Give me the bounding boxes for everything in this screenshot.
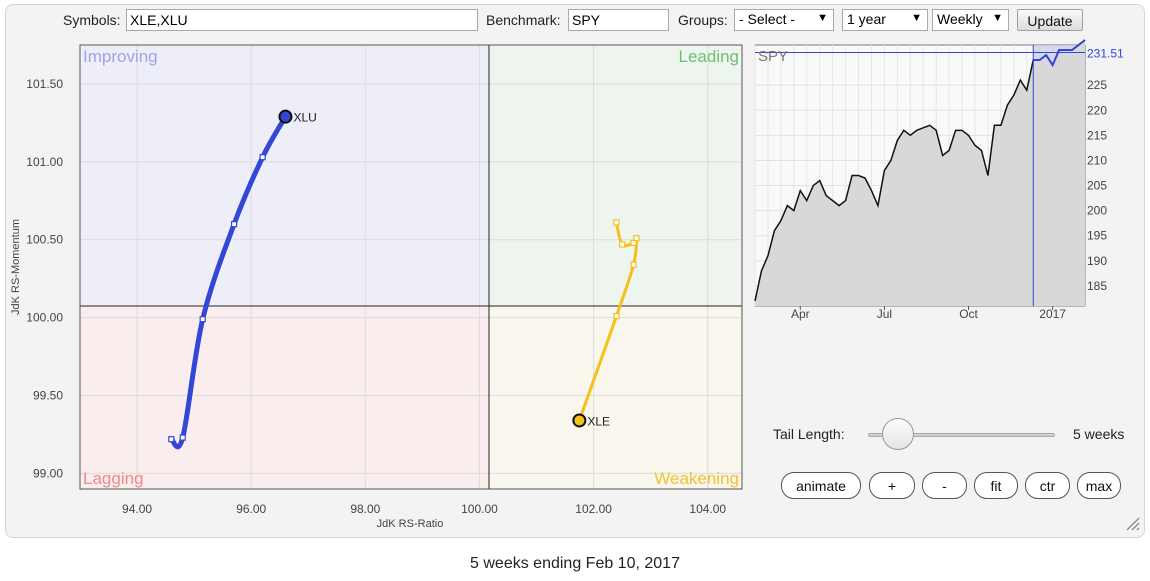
- zoom-out-button[interactable]: -: [922, 472, 967, 499]
- tail-length-slider-handle[interactable]: [882, 418, 914, 450]
- center-button[interactable]: ctr: [1025, 472, 1070, 499]
- x-tick-label: 94.00: [122, 502, 152, 516]
- tail-length-label: Tail Length:: [773, 426, 845, 442]
- spy-chart: SPY 231.51 185 190 195 200 205 210 215 220 225 Ap…: [754, 39, 1124, 321]
- animate-button[interactable]: animate: [781, 472, 861, 499]
- max-button[interactable]: max: [1077, 472, 1121, 499]
- fit-button[interactable]: fit: [974, 472, 1018, 499]
- spy-last-value: 231.51: [1087, 46, 1124, 60]
- y-tick-label: 99.00: [33, 466, 63, 480]
- zoom-in-button[interactable]: +: [869, 472, 915, 499]
- tail-length-value: 5 weeks: [1073, 426, 1125, 442]
- x-axis-label: JdK RS-Ratio: [377, 518, 444, 530]
- spy-y-tick-label: 215: [1087, 128, 1107, 142]
- series-label-xle: XLE: [587, 414, 610, 428]
- spy-y-tick-label: 200: [1087, 204, 1107, 218]
- x-tick-label: 96.00: [236, 502, 266, 516]
- spy-x-tick-label: Oct: [959, 307, 978, 321]
- x-tick-label: 98.00: [350, 502, 380, 516]
- x-tick-label: 100.00: [461, 502, 498, 516]
- x-tick-label: 104.00: [689, 502, 726, 516]
- spy-y-tick-label: 220: [1087, 103, 1107, 117]
- quadrant-label-weakening: Weakening: [654, 469, 739, 488]
- y-tick-label: 99.50: [33, 389, 63, 403]
- spy-title: SPY: [758, 48, 788, 65]
- spy-x-tick-label: Jul: [877, 307, 892, 321]
- spy-y-tick-label: 210: [1087, 153, 1107, 167]
- period-caption: 5 weeks ending Feb 10, 2017: [470, 555, 680, 572]
- quadrant-label-lagging: Lagging: [83, 469, 144, 488]
- spy-y-tick-label: 225: [1087, 78, 1107, 92]
- tail-point: [168, 436, 175, 443]
- spy-y-tick-label: 190: [1087, 254, 1107, 268]
- resize-grip-icon[interactable]: [1124, 515, 1140, 531]
- x-tick-label: 102.00: [575, 502, 612, 516]
- spy-x-tick-label: Apr: [791, 307, 810, 321]
- spy-y-tick-label: 185: [1087, 279, 1107, 293]
- tail-point: [179, 434, 186, 441]
- spy-y-tick-label: 195: [1087, 229, 1107, 243]
- spy-x-tick-label: 2017: [1039, 307, 1066, 321]
- spy-y-tick-label: 205: [1087, 179, 1107, 193]
- head-marker-xle[interactable]: [572, 413, 587, 428]
